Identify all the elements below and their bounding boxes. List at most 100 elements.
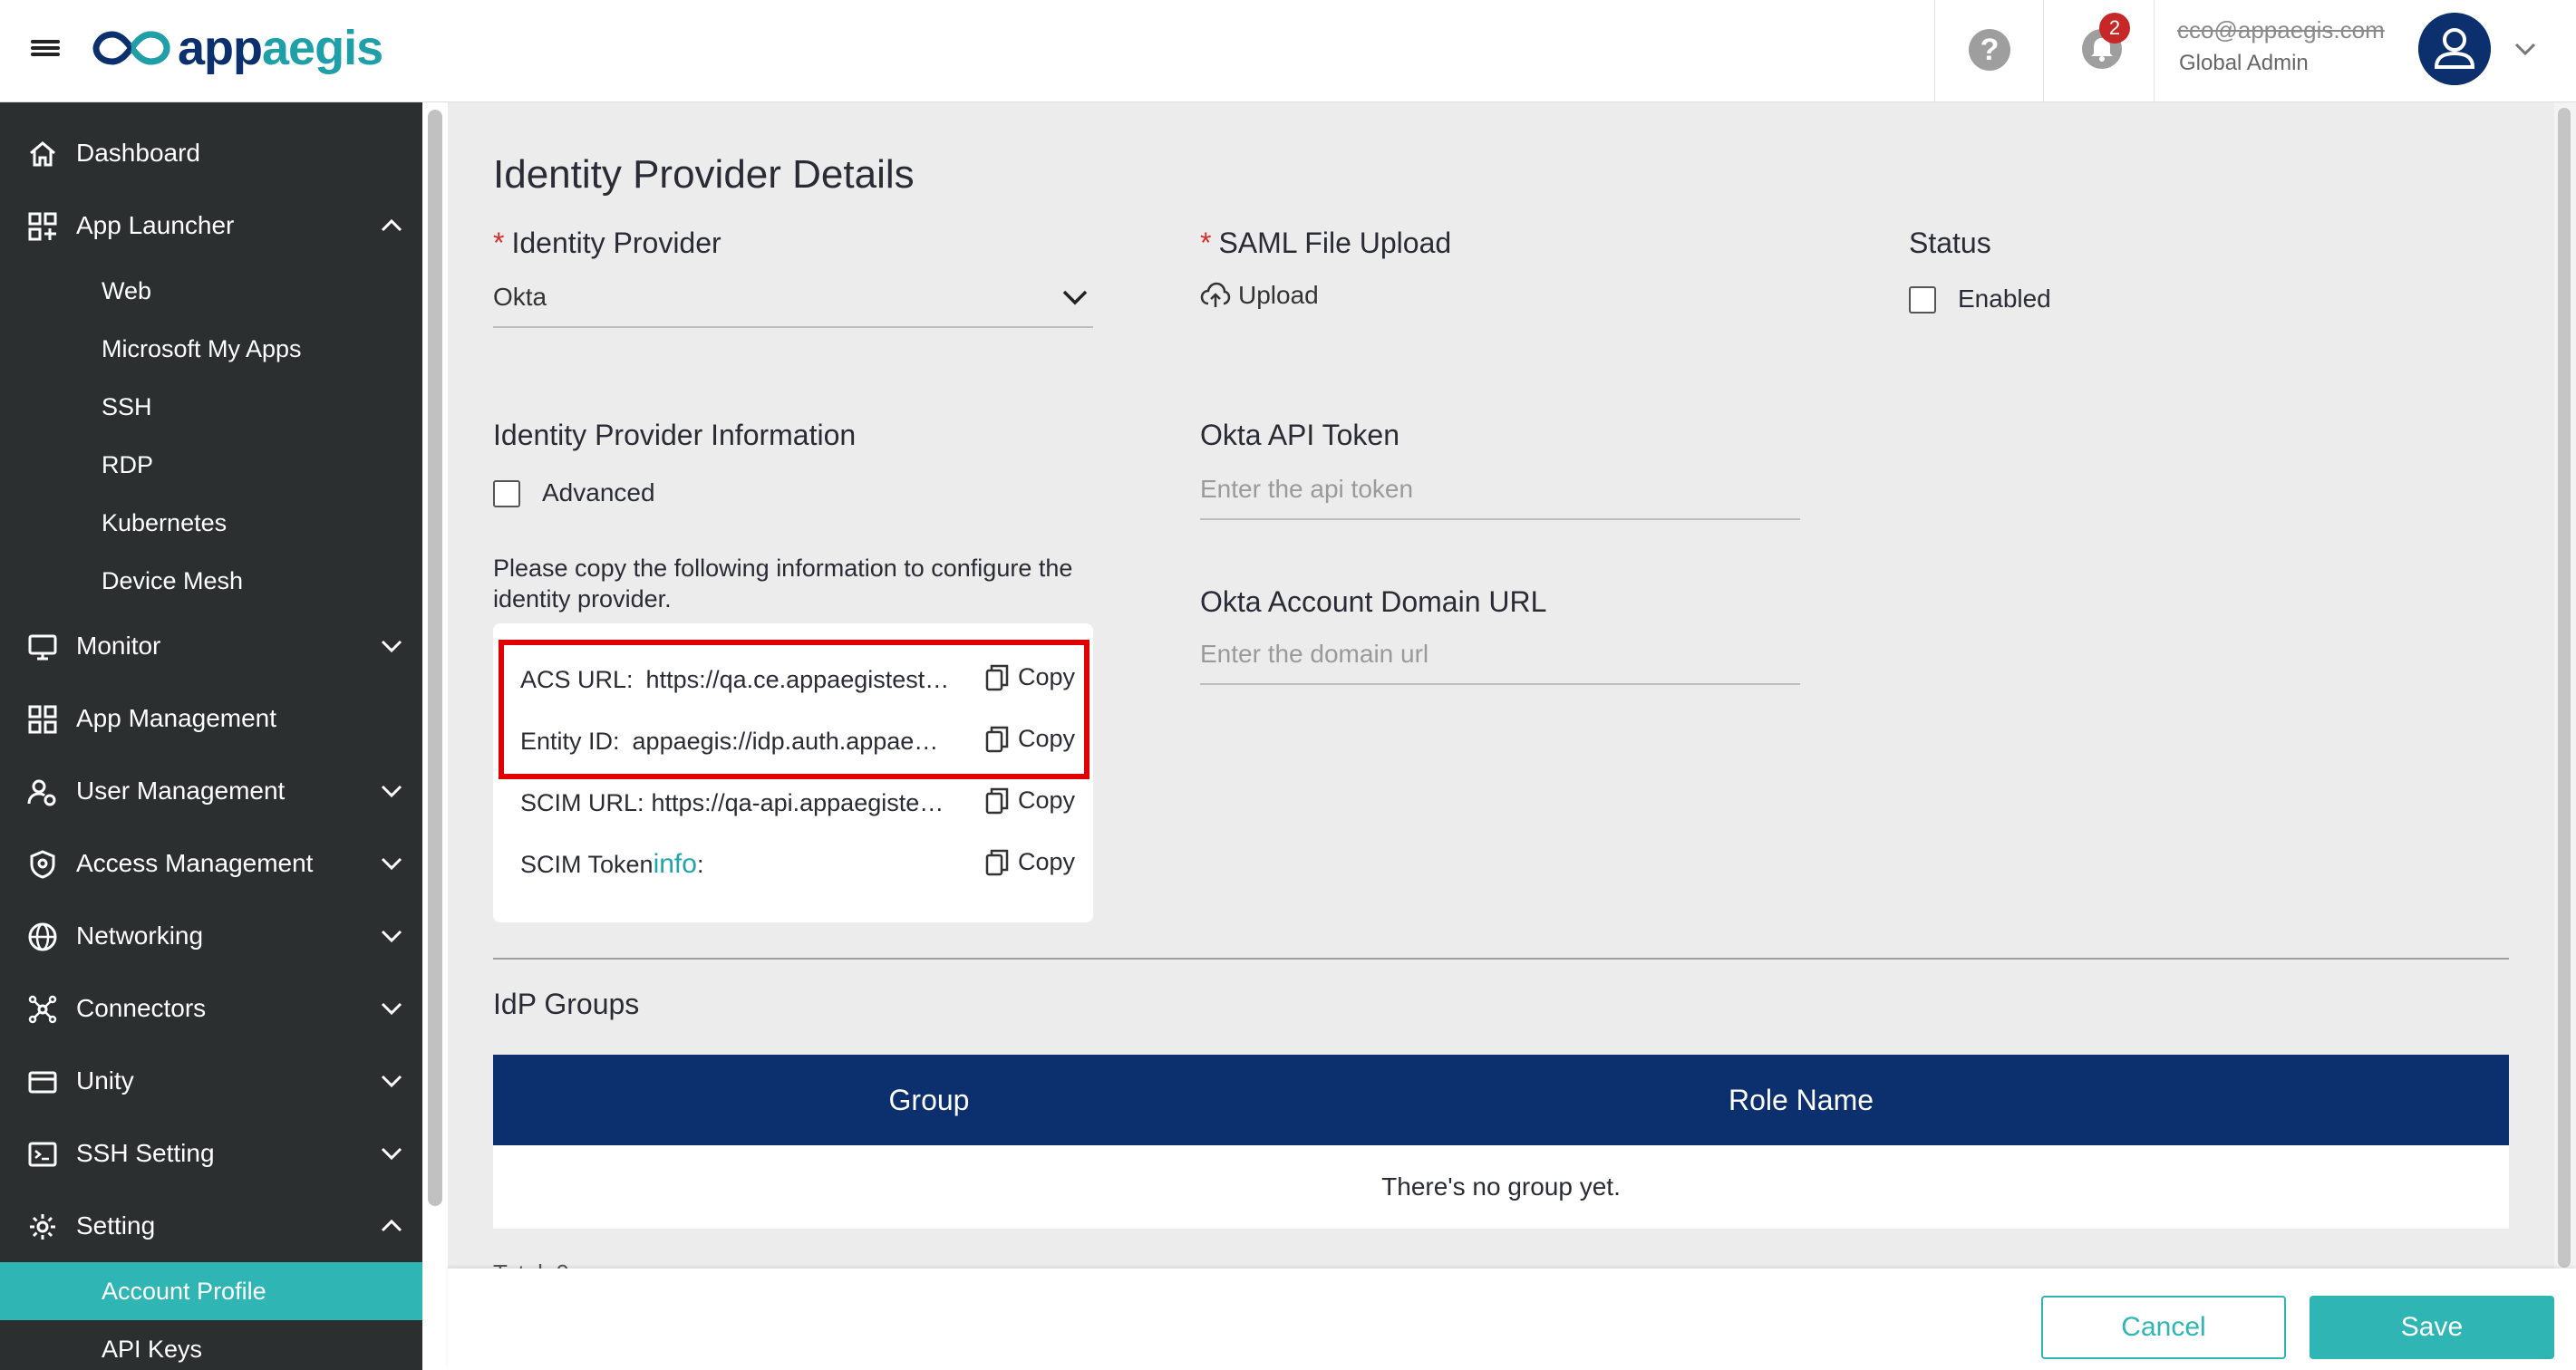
main-scrollbar[interactable] — [2554, 102, 2576, 1273]
copy-scim-token-button[interactable]: Copy — [985, 848, 1075, 876]
sidebar-subitem-device-mesh[interactable]: Device Mesh — [0, 552, 422, 610]
sidebar-item-label: Dashboard — [76, 139, 200, 167]
chevron-down-icon — [381, 640, 402, 653]
okta-api-token-label: Okta API Token — [1200, 419, 1399, 451]
scim-url-row: SCIM URL: https://qa-api.appaegiste… Cop… — [520, 785, 1075, 821]
chevron-down-icon — [381, 1147, 402, 1161]
cancel-button[interactable]: Cancel — [2041, 1296, 2286, 1359]
chevron-down-icon — [381, 785, 402, 798]
monitor-icon — [28, 634, 57, 661]
user-avatar-icon[interactable] — [2418, 13, 2491, 85]
table-empty-message: There's no group yet. — [493, 1145, 2509, 1229]
enabled-checkbox[interactable] — [1909, 286, 1936, 314]
sidebar-item-monitor[interactable]: Monitor — [0, 610, 422, 682]
sidebar-item-connectors[interactable]: Connectors — [0, 972, 422, 1045]
upload-button[interactable]: Upload — [1200, 281, 1319, 310]
sidebar-subitem-rdp[interactable]: RDP — [0, 436, 422, 494]
chevron-down-icon — [1062, 290, 1088, 305]
upload-label: Upload — [1238, 281, 1319, 309]
app-logo[interactable]: appaegis — [92, 20, 383, 76]
okta-domain-url-field[interactable] — [1200, 634, 1800, 685]
okta-domain-url-input[interactable] — [1200, 634, 1800, 674]
chevron-down-icon — [381, 1075, 402, 1088]
idp-groups-title: IdP Groups — [493, 988, 640, 1020]
sidebar-subitem-kubernetes[interactable]: Kubernetes — [0, 494, 422, 552]
identity-provider-value: Okta — [493, 283, 547, 311]
entity-id-row: Entity ID: appaegis://idp.auth.appae… Co… — [520, 723, 1075, 759]
sidebar-subitem-account-profile[interactable]: Account Profile — [0, 1262, 422, 1320]
acs-url-row: ACS URL: https://qa.ce.appaegistest… Cop… — [520, 661, 1075, 698]
save-button[interactable]: Save — [2310, 1296, 2554, 1359]
idp-information-label: Identity Provider Information — [493, 419, 857, 451]
copy-entity-id-button[interactable]: Copy — [985, 725, 1075, 753]
sidebar-item-dashboard[interactable]: Dashboard — [0, 117, 422, 189]
acs-url-label: ACS URL: — [520, 665, 634, 693]
advanced-label: Advanced — [542, 478, 655, 507]
scim-token-info-link[interactable]: info — [654, 849, 697, 880]
chevron-down-icon[interactable] — [2513, 36, 2538, 62]
sidebar-item-label: Access Management — [76, 849, 314, 877]
section-divider — [493, 958, 2509, 960]
identity-provider-select[interactable]: Okta — [493, 277, 1093, 328]
sidebar: Dashboard App Launcher Web Microsoft My … — [0, 102, 422, 1370]
sidebar-item-networking[interactable]: Networking — [0, 900, 422, 972]
globe-icon — [28, 922, 57, 951]
sidebar-item-user-management[interactable]: User Management — [0, 755, 422, 827]
column-header-group[interactable]: Group — [493, 1055, 1365, 1145]
copy-icon — [985, 664, 1009, 690]
main-scrollbar-thumb[interactable] — [2558, 108, 2571, 1268]
sidebar-item-label: Setting — [76, 1211, 156, 1240]
header-divider — [2043, 0, 2044, 102]
copy-info-card: ACS URL: https://qa.ce.appaegistest… Cop… — [493, 623, 1093, 922]
enabled-label: Enabled — [1958, 285, 2051, 313]
sidebar-subitem-microsoft-my-apps[interactable]: Microsoft My Apps — [0, 320, 422, 378]
sidebar-scrollbar-thumb[interactable] — [428, 110, 442, 1206]
chevron-down-icon — [381, 857, 402, 871]
chevron-down-icon — [381, 930, 402, 943]
sidebar-item-label: Unity — [76, 1066, 134, 1095]
grid-icon — [28, 705, 57, 734]
copy-icon — [985, 849, 1009, 875]
chevron-up-icon — [381, 1219, 402, 1232]
sidebar-item-label: App Management — [76, 704, 277, 732]
sidebar-subitem-web[interactable]: Web — [0, 262, 422, 320]
hamburger-menu-icon[interactable] — [29, 34, 62, 62]
sidebar-item-unity[interactable]: Unity — [0, 1045, 422, 1117]
okta-api-token-field[interactable] — [1200, 469, 1800, 520]
top-header: appaegis ? 2 cco@appaegis.com Global Adm… — [0, 0, 2576, 102]
sidebar-item-label: User Management — [76, 777, 286, 805]
apps-plus-icon — [28, 212, 57, 241]
user-gear-icon — [27, 779, 56, 806]
user-email: cco@appaegis.com — [2177, 16, 2385, 43]
scim-token-label: SCIM Token — [520, 850, 654, 878]
sidebar-item-ssh-setting[interactable]: SSH Setting — [0, 1117, 422, 1190]
sidebar-item-access-management[interactable]: Access Management — [0, 827, 422, 900]
terminal-icon — [28, 1142, 57, 1167]
sidebar-subitem-ssh[interactable]: SSH — [0, 378, 422, 436]
sidebar-item-app-launcher[interactable]: App Launcher — [0, 189, 422, 262]
sidebar-scrollbar[interactable] — [422, 102, 448, 1370]
entity-id-value: appaegis://idp.auth.appae… — [632, 727, 939, 755]
chevron-up-icon — [381, 218, 402, 232]
scim-token-colon: : — [696, 850, 704, 878]
sidebar-item-label: Monitor — [76, 632, 161, 660]
notification-badge: 2 — [2099, 13, 2130, 43]
sidebar-subitem-api-keys[interactable]: API Keys — [0, 1320, 422, 1370]
sidebar-item-app-management[interactable]: App Management — [0, 682, 422, 755]
okta-api-token-input[interactable] — [1200, 469, 1800, 509]
hub-icon — [28, 995, 57, 1024]
copy-acs-url-button[interactable]: Copy — [985, 663, 1075, 691]
user-role: Global Admin — [2179, 51, 2309, 75]
card-icon — [28, 1071, 57, 1094]
entity-id-label: Entity ID: — [520, 727, 620, 755]
help-icon[interactable]: ? — [1969, 29, 2010, 71]
home-icon — [30, 141, 55, 167]
copy-scim-url-button[interactable]: Copy — [985, 786, 1075, 815]
sidebar-item-setting[interactable]: Setting — [0, 1190, 422, 1262]
sidebar-item-label: Networking — [76, 921, 204, 950]
sidebar-item-label: App Launcher — [76, 211, 235, 239]
scim-url-value: https://qa-api.appaegiste… — [651, 788, 944, 816]
advanced-checkbox[interactable] — [493, 480, 520, 507]
okta-domain-url-label: Okta Account Domain URL — [1200, 585, 1547, 618]
column-header-role-name[interactable]: Role Name — [1365, 1055, 2237, 1145]
